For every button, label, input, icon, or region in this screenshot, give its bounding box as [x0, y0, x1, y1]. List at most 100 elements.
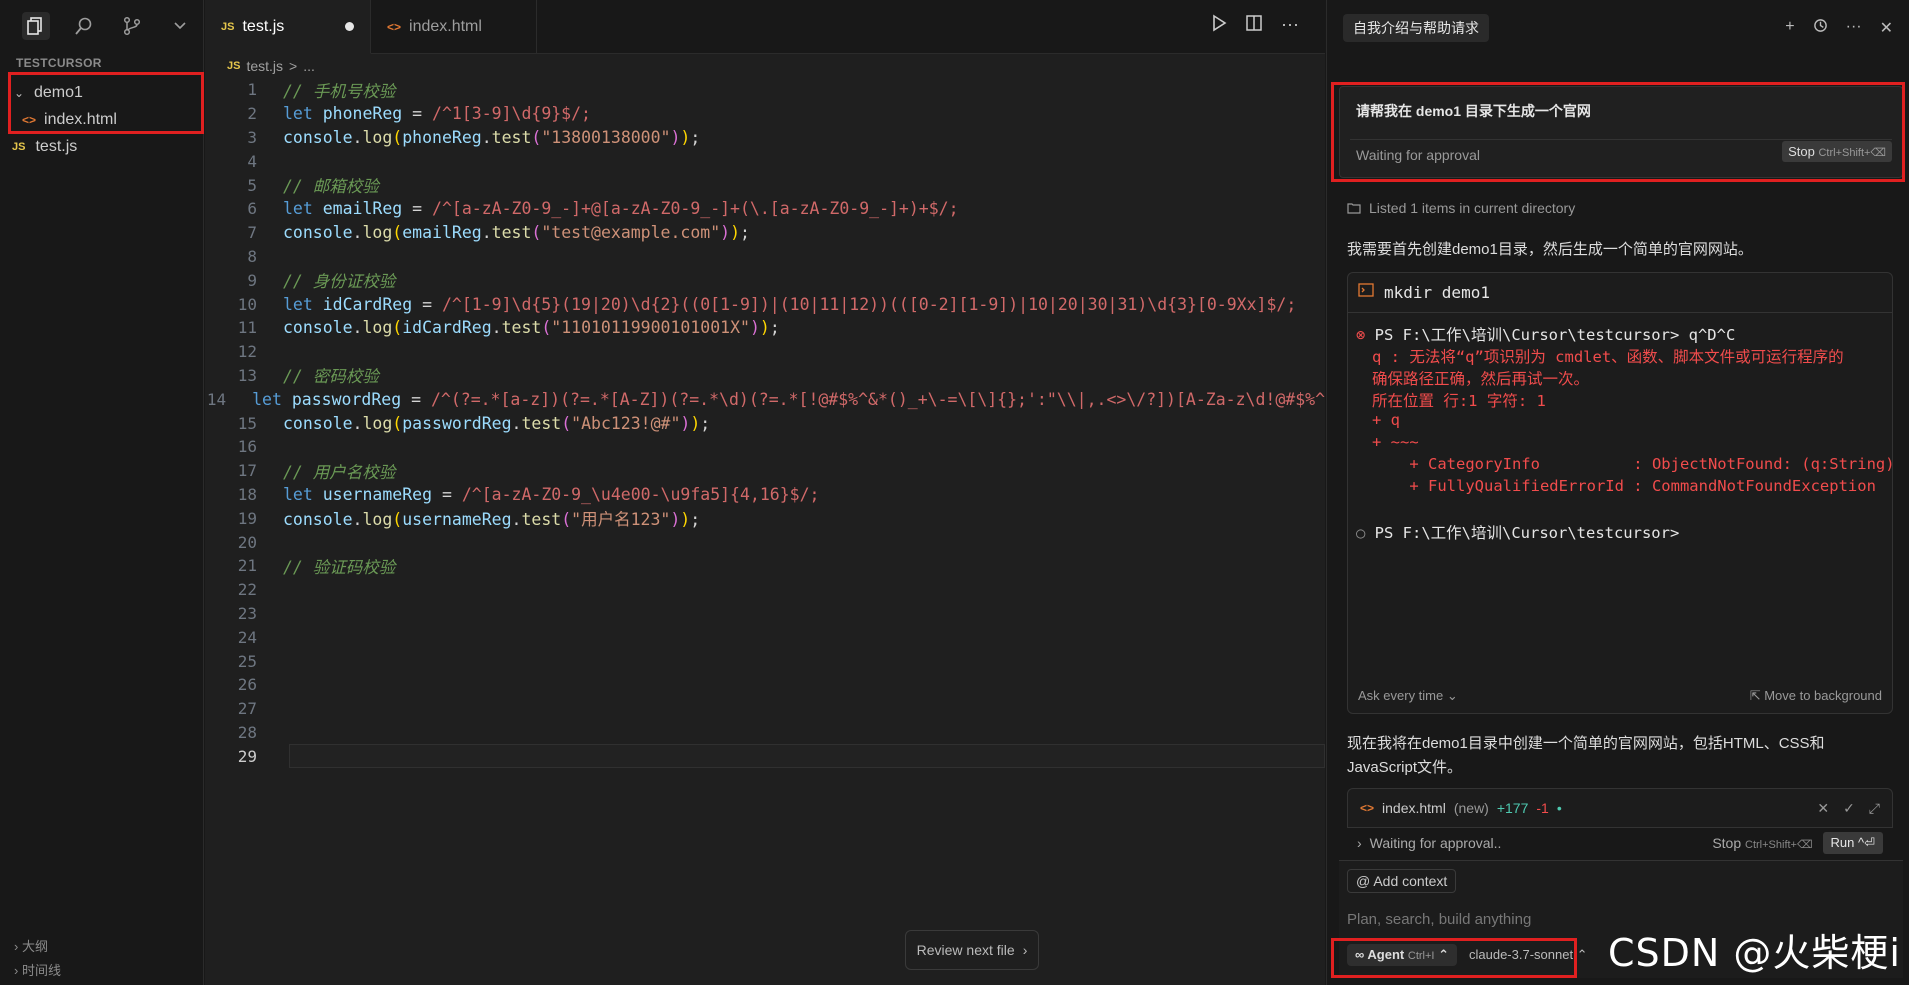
line-number: 5	[247, 175, 257, 195]
add-context-button[interactable]: @ Add context	[1347, 869, 1457, 893]
code-line[interactable]: 26	[205, 673, 1325, 697]
timeline-section[interactable]: › 时间线	[14, 960, 61, 979]
code-area[interactable]: 1 // 手机号校验 2 let phoneReg = /^1[3-9]\d{9}$/…	[205, 78, 1325, 769]
line-number: 21	[237, 556, 257, 576]
tab-test-js[interactable]: JS test.js	[205, 0, 371, 54]
breadcrumb-rest[interactable]: ...	[303, 58, 315, 74]
code-line[interactable]: 28	[205, 721, 1325, 745]
terminal-line: ⊗ PS F:\工作\培训\Cursor\testcursor> q^D^C	[1356, 326, 1736, 344]
chat-header: 自我介绍与帮助请求 + ··· ✕	[1327, 0, 1909, 56]
code-line[interactable]: 1 // 手机号校验	[205, 78, 1325, 102]
history-icon[interactable]	[1813, 18, 1828, 38]
line-number: 24	[237, 627, 257, 647]
code-line[interactable]: 2 let phoneReg = /^1[3-9]\d{9}$/;	[205, 102, 1325, 126]
composer-input[interactable]: Plan, search, build anything	[1347, 911, 1531, 928]
code-line[interactable]: 20	[205, 530, 1325, 554]
idle-circle-icon: ○	[1356, 524, 1375, 542]
chevron-down-icon[interactable]	[166, 12, 194, 40]
user-request-box[interactable]: 请帮我在 demo1 目录下生成一个官网 Waiting for approva…	[1339, 86, 1903, 178]
diff-file: index.html	[1382, 800, 1446, 816]
code-line[interactable]: 21 // 验证码校验	[205, 554, 1325, 578]
source-control-icon[interactable]	[118, 12, 146, 40]
diff-added: +177	[1496, 800, 1529, 816]
code-line[interactable]: 25	[205, 649, 1325, 673]
chevron-right-icon[interactable]: ›	[1357, 835, 1362, 851]
code-line[interactable]: 27	[205, 697, 1325, 721]
code-line[interactable]: 6 let emailReg = /^[a-zA-Z0-9_-]+@[a-zA-Z…	[205, 197, 1325, 221]
code-line[interactable]: 17 // 用户名校验	[205, 459, 1325, 483]
file-test-js[interactable]: JS test.js	[0, 134, 204, 160]
code-line[interactable]: 18 let usernameReg = /^[a-zA-Z0-9_\u4e00-…	[205, 483, 1325, 507]
close-icon[interactable]: ✕	[1880, 18, 1893, 38]
unsaved-dot-icon[interactable]	[345, 22, 354, 31]
terminal-line: + ~~~	[1372, 433, 1419, 451]
code-line[interactable]: 7 console.log(emailReg.test("test@example…	[205, 221, 1325, 245]
js-file-icon: JS	[227, 60, 241, 72]
stop-button[interactable]: Stop Ctrl+Shift+⌫	[1712, 835, 1812, 851]
stop-button[interactable]: Stop Ctrl+Shift+⌫	[1782, 141, 1892, 162]
editor-actions: ···	[1211, 14, 1299, 37]
approval-row: › Waiting for approval.. Stop Ctrl+Shift…	[1347, 828, 1893, 858]
code-text: let passwordReg = /^(?=.*[a-z])(?=.*[A-Z…	[252, 389, 1325, 409]
html-file-icon: <>	[387, 20, 402, 34]
code-line[interactable]: 24	[205, 625, 1325, 649]
review-next-file-button[interactable]: Review next file ›	[905, 930, 1039, 970]
folder-demo1[interactable]: ⌄ demo1	[0, 80, 204, 106]
code-line[interactable]: 12	[205, 340, 1325, 364]
code-line[interactable]: 19 console.log(usernameReg.test("用户名123")…	[205, 506, 1325, 530]
code-line[interactable]: 22	[205, 578, 1325, 602]
code-line[interactable]: 9 // 身份证校验	[205, 268, 1325, 292]
chat-title[interactable]: 自我介绍与帮助请求	[1343, 14, 1489, 42]
move-to-background-button[interactable]: ⇱ Move to background	[1750, 688, 1882, 704]
expand-icon[interactable]: ⤢	[1869, 800, 1880, 817]
js-file-icon: JS	[221, 20, 235, 33]
reject-icon[interactable]: ✕	[1817, 800, 1829, 817]
js-file-icon: JS	[12, 141, 26, 153]
terminal-line: + FullyQualifiedErrorId : CommandNotFoun…	[1372, 477, 1876, 495]
search-icon[interactable]	[70, 12, 98, 40]
split-editor-icon[interactable]	[1245, 14, 1263, 37]
tab-index-html[interactable]: <> index.html	[371, 0, 537, 54]
editor-tabs: JS test.js <> index.html	[205, 0, 1325, 54]
assistant-message: 我需要首先创建demo1目录，然后生成一个简单的官网网站。	[1347, 241, 1753, 258]
new-chat-icon[interactable]: +	[1785, 18, 1794, 38]
breadcrumb-file[interactable]: test.js	[246, 58, 283, 74]
more-icon[interactable]: ···	[1846, 18, 1862, 38]
code-line[interactable]: 10 let idCardReg = /^[1-9]\d{5}(19|20)\d{…	[205, 292, 1325, 316]
code-line[interactable]: 8	[205, 245, 1325, 269]
code-line[interactable]: 3 console.log(phoneReg.test("13800138000"…	[205, 126, 1325, 150]
breadcrumb: JS test.js > ...	[205, 54, 1325, 78]
current-line-highlight	[289, 744, 1325, 769]
code-line[interactable]: 23	[205, 602, 1325, 626]
explorer-icon[interactable]	[22, 12, 50, 40]
code-line[interactable]: 4	[205, 149, 1325, 173]
code-line[interactable]: 11 console.log(idCardReg.test("1101011990…	[205, 316, 1325, 340]
agent-mode-dropdown[interactable]: ∞ Agent Ctrl+I ⌃	[1347, 944, 1457, 966]
run-button[interactable]: Run ^⏎	[1822, 832, 1883, 854]
code-line[interactable]: 13 // 密码校验	[205, 364, 1325, 388]
accept-icon[interactable]: ✓	[1843, 800, 1855, 817]
line-number: 6	[247, 199, 257, 219]
run-icon[interactable]	[1211, 14, 1227, 37]
chevron-right-icon: ›	[1022, 942, 1028, 958]
file-diff-card[interactable]: <> index.html (new) +177 -1 • ✕ ✓ ⤢	[1347, 788, 1893, 828]
html-file-icon: <>	[22, 113, 37, 127]
chat-actions: + ··· ✕	[1785, 18, 1893, 38]
line-number: 11	[237, 318, 257, 338]
code-line[interactable]: 5 // 邮箱校验	[205, 173, 1325, 197]
code-line[interactable]: 14 let passwordReg = /^(?=.*[a-z])(?=.*[A…	[205, 387, 1325, 411]
file-index-html[interactable]: <> index.html	[0, 107, 204, 133]
status-dot-icon: •	[1556, 800, 1562, 816]
code-line[interactable]: 16	[205, 435, 1325, 459]
code-text: // 验证码校验	[283, 557, 396, 577]
more-icon[interactable]: ···	[1281, 14, 1299, 37]
line-number: 17	[237, 461, 257, 481]
model-dropdown[interactable]: claude-3.7-sonnet ⌃	[1469, 947, 1588, 963]
code-text: // 用户名校验	[283, 462, 396, 482]
line-number: 16	[237, 437, 257, 457]
code-line[interactable]: 15 console.log(passwordReg.test("Abc123!@…	[205, 411, 1325, 435]
outline-section[interactable]: › 大纲	[14, 936, 48, 955]
ask-every-time-dropdown[interactable]: Ask every time ⌄	[1358, 688, 1458, 704]
code-text: let phoneReg = /^1[3-9]\d{9}$/;	[283, 104, 591, 124]
breadcrumb-separator: >	[289, 58, 298, 74]
